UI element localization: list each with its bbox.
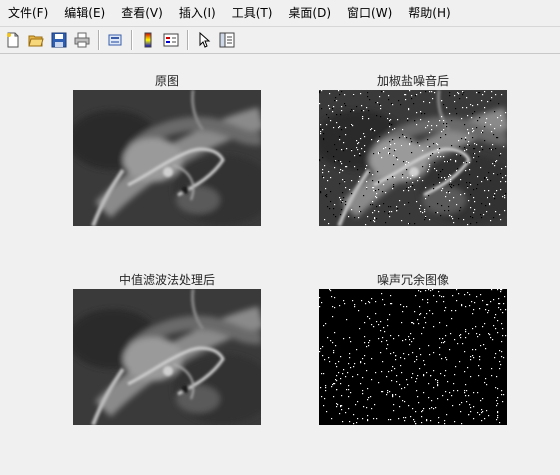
figure-canvas: 原图 加椒盐噪音后 中值滤波法处理后 噪声冗余图像 (0, 55, 560, 475)
image-original[interactable] (73, 90, 261, 226)
image-residual[interactable] (319, 289, 507, 425)
save-icon[interactable] (48, 29, 70, 51)
panel-title-noisy: 加椒盐噪音后 (376, 74, 449, 88)
menu-help[interactable]: 帮助(H) (400, 2, 458, 24)
menu-insert[interactable]: 插入(I) (171, 2, 224, 24)
property-editor-icon[interactable] (216, 29, 238, 51)
menu-file[interactable]: 文件(F) (0, 2, 56, 24)
original-image-svg (73, 90, 261, 226)
colorbar-icon[interactable] (137, 29, 159, 51)
panel-title-original: 原图 (154, 74, 179, 88)
menu-view[interactable]: 查看(V) (113, 2, 171, 24)
filtered-image-svg (73, 289, 261, 425)
menu-window[interactable]: 窗口(W) (339, 2, 400, 24)
panel-title-residual: 噪声冗余图像 (376, 273, 449, 287)
print-preview-icon[interactable] (104, 29, 126, 51)
toolbar-separator (98, 30, 100, 50)
menu-desktop[interactable]: 桌面(D) (280, 2, 339, 24)
menu-bar: 文件(F) 编辑(E) 查看(V) 插入(I) 工具(T) 桌面(D) 窗口(W… (0, 0, 560, 26)
menu-edit[interactable]: 编辑(E) (56, 2, 113, 24)
pointer-icon[interactable] (193, 29, 215, 51)
image-filtered[interactable] (73, 289, 261, 425)
toolbar-separator (131, 30, 133, 50)
new-figure-icon[interactable] (2, 29, 24, 51)
noisy-image-svg (319, 90, 507, 226)
print-icon[interactable] (71, 29, 93, 51)
residual-image-svg (319, 289, 507, 425)
figure-toolbar (0, 26, 560, 54)
image-noisy[interactable] (319, 90, 507, 226)
toolbar-separator (187, 30, 189, 50)
open-file-icon[interactable] (25, 29, 47, 51)
menu-tools[interactable]: 工具(T) (224, 2, 281, 24)
panel-title-filtered: 中值滤波法处理后 (118, 273, 215, 287)
legend-icon[interactable] (160, 29, 182, 51)
